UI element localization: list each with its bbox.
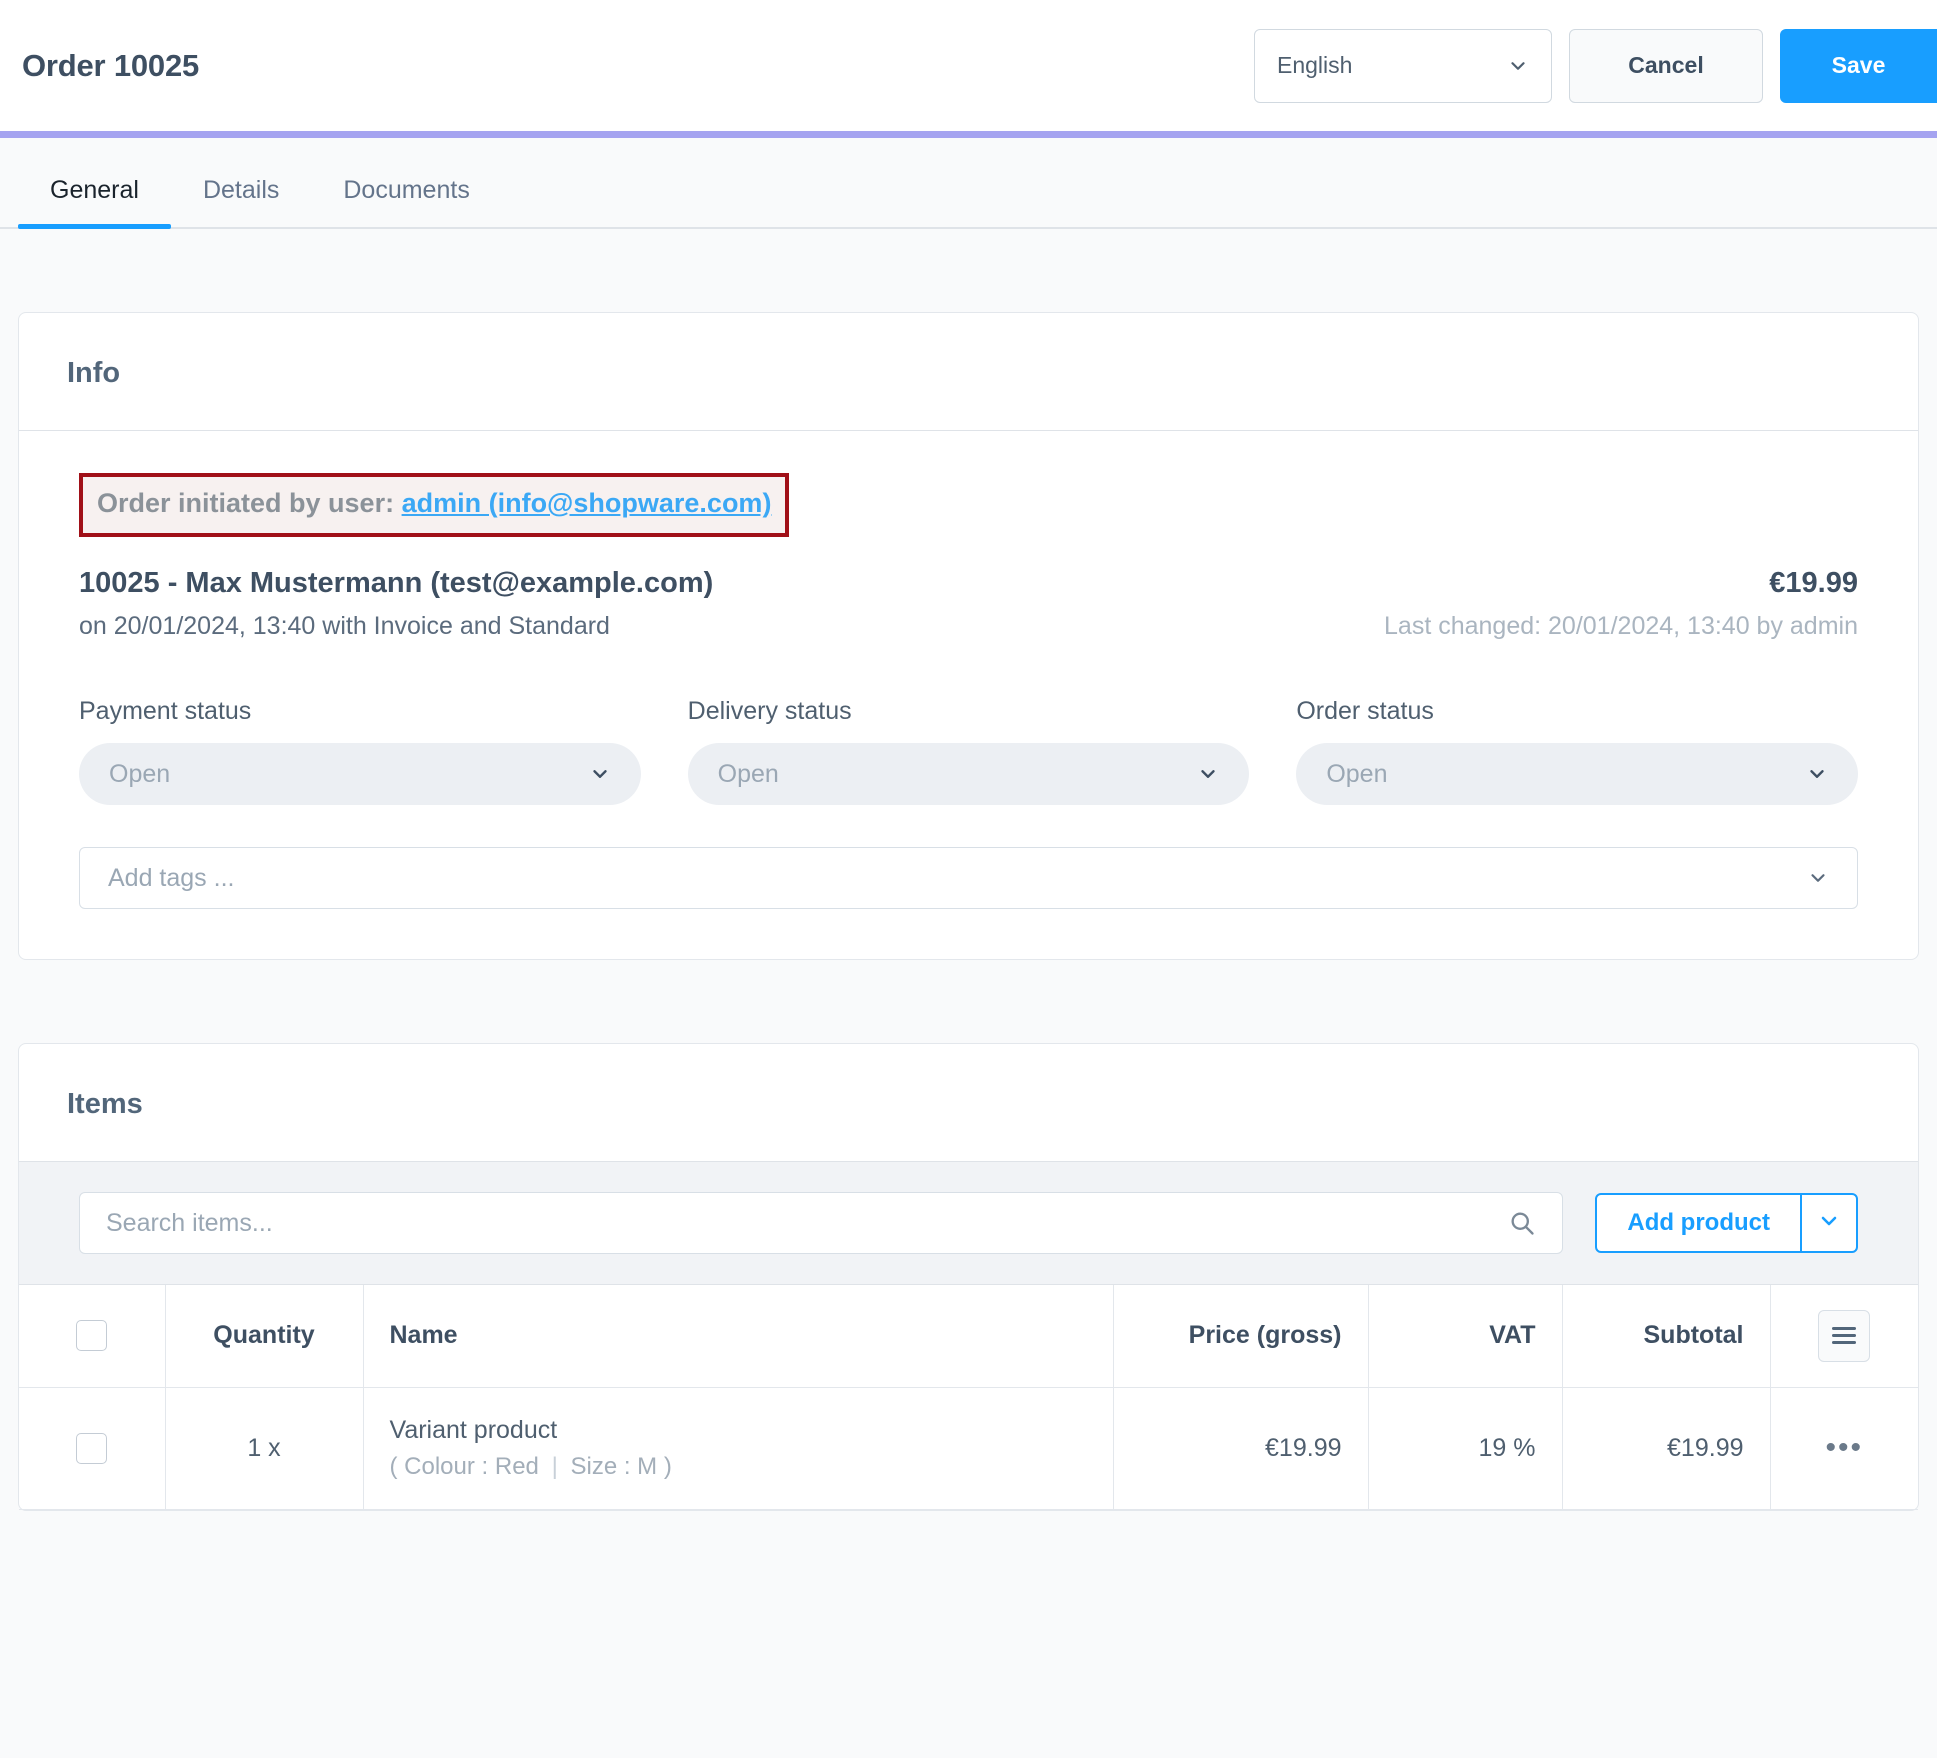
select-all-checkbox[interactable]: [76, 1320, 108, 1352]
items-table-body: 1 x Variant product ( Colour : Red | Siz…: [19, 1387, 1918, 1510]
tab-details[interactable]: Details: [171, 176, 311, 227]
select-all-header: [19, 1285, 166, 1388]
tags-placeholder: Add tags ...: [108, 863, 235, 892]
save-button[interactable]: Save: [1780, 28, 1937, 103]
search-icon: [1508, 1209, 1536, 1237]
items-card-title: Items: [67, 1088, 143, 1120]
add-product-dropdown-toggle[interactable]: [1800, 1195, 1856, 1251]
row-subtotal: €19.99: [1562, 1387, 1771, 1510]
chevron-down-icon: [1197, 763, 1219, 785]
payment-status-select[interactable]: Open: [79, 743, 641, 805]
order-status-field: Order status Open: [1296, 697, 1858, 805]
language-select[interactable]: English: [1254, 28, 1552, 103]
info-card-body: Order initiated by user: admin (info@sho…: [19, 431, 1918, 959]
info-card-title: Info: [67, 357, 121, 389]
row-vat: 19 %: [1368, 1387, 1563, 1510]
row-name-cell: Variant product ( Colour : Red | Size : …: [363, 1387, 1114, 1510]
column-header-vat[interactable]: VAT: [1368, 1285, 1563, 1388]
order-customer-summary: 10025 - Max Mustermann (test@example.com…: [79, 567, 714, 599]
option-paren-close: ): [663, 1452, 672, 1480]
order-date-payment-shipping: on 20/01/2024, 13:40 with Invoice and St…: [79, 612, 610, 640]
chevron-down-icon: [1817, 1209, 1841, 1238]
option-size: Size : M: [570, 1452, 658, 1480]
column-settings-header: [1770, 1285, 1918, 1388]
table-row[interactable]: 1 x Variant product ( Colour : Red | Siz…: [19, 1387, 1918, 1510]
chevron-down-icon: [589, 763, 611, 785]
tab-documents[interactable]: Documents: [311, 176, 501, 227]
accent-divider-bar: [0, 131, 1937, 138]
row-price: €19.99: [1113, 1387, 1369, 1510]
language-select-value: English: [1277, 52, 1353, 78]
option-paren-open: (: [389, 1452, 398, 1480]
delivery-status-label: Delivery status: [687, 697, 852, 725]
row-quantity: 1 x: [165, 1387, 364, 1510]
order-status-label: Order status: [1296, 697, 1434, 725]
search-items-input[interactable]: Search items...: [79, 1192, 1564, 1254]
items-card-header: Items: [19, 1044, 1918, 1162]
column-header-quantity[interactable]: Quantity: [165, 1285, 364, 1388]
add-product-button[interactable]: Add product: [1597, 1195, 1800, 1251]
order-status-select[interactable]: Open: [1296, 743, 1858, 805]
items-toolbar: Search items... Add product: [19, 1162, 1918, 1285]
table-settings-button[interactable]: [1818, 1309, 1871, 1362]
add-product-split-button: Add product: [1595, 1193, 1858, 1253]
tabs-container: General Details Documents: [0, 138, 1937, 229]
option-separator: |: [551, 1452, 558, 1480]
payment-status-label: Payment status: [79, 697, 252, 725]
tags-input[interactable]: Add tags ...: [79, 847, 1858, 909]
app-header: Order 10025 English Cancel Save: [0, 0, 1937, 131]
order-last-changed: Last changed: 20/01/2024, 13:40 by admin: [1384, 612, 1858, 640]
page-title: Order 10025: [22, 47, 200, 83]
option-colour: Colour : Red: [404, 1452, 539, 1480]
row-product-name: Variant product: [389, 1415, 558, 1444]
info-card: Info Order initiated by user: admin (inf…: [18, 312, 1919, 960]
row-context-menu-button[interactable]: •••: [1797, 1433, 1893, 1463]
items-card: Items Search items... Add product Quanti…: [18, 1043, 1919, 1511]
row-select-cell: [19, 1387, 166, 1510]
table-header-row: Quantity Name Price (gross) VAT Subtotal: [19, 1285, 1918, 1388]
chevron-down-icon: [1507, 55, 1529, 77]
header-actions: English Cancel Save: [1254, 28, 1937, 103]
column-header-price[interactable]: Price (gross): [1113, 1285, 1369, 1388]
row-product-options: ( Colour : Red | Size : M ): [390, 1453, 1087, 1481]
order-total-price: €19.99: [1769, 567, 1858, 599]
order-initiated-label: Order initiated by user:: [97, 488, 402, 518]
delivery-status-field: Delivery status Open: [687, 697, 1250, 805]
tab-bar: General Details Documents: [0, 176, 1937, 229]
order-initiated-user-link[interactable]: admin (info@shopware.com): [402, 488, 772, 518]
payment-status-value: Open: [109, 759, 171, 788]
chevron-down-icon: [1806, 763, 1828, 785]
payment-status-field: Payment status Open: [79, 697, 641, 805]
row-actions-cell: •••: [1770, 1387, 1918, 1510]
delivery-status-select[interactable]: Open: [687, 743, 1250, 805]
order-initiated-annotation: Order initiated by user: admin (info@sho…: [79, 473, 790, 537]
column-header-subtotal[interactable]: Subtotal: [1562, 1285, 1771, 1388]
cancel-button[interactable]: Cancel: [1569, 28, 1763, 103]
info-card-header: Info: [19, 313, 1918, 431]
search-items-placeholder: Search items...: [106, 1208, 273, 1237]
hamburger-icon: [1832, 1323, 1857, 1348]
chevron-down-icon: [1807, 867, 1829, 889]
column-header-name[interactable]: Name: [363, 1285, 1114, 1388]
items-table-header: Quantity Name Price (gross) VAT Subtotal: [19, 1285, 1918, 1388]
order-status-value: Open: [1326, 759, 1388, 788]
status-fields-grid: Payment status Open Delivery status Open: [79, 697, 1858, 805]
order-summary-row: 10025 - Max Mustermann (test@example.com…: [79, 567, 1858, 600]
row-checkbox[interactable]: [76, 1432, 108, 1464]
order-summary-subrow: on 20/01/2024, 13:40 with Invoice and St…: [79, 612, 1858, 641]
items-table: Quantity Name Price (gross) VAT Subtotal: [19, 1285, 1918, 1510]
tab-general[interactable]: General: [18, 176, 171, 229]
delivery-status-value: Open: [717, 759, 779, 788]
